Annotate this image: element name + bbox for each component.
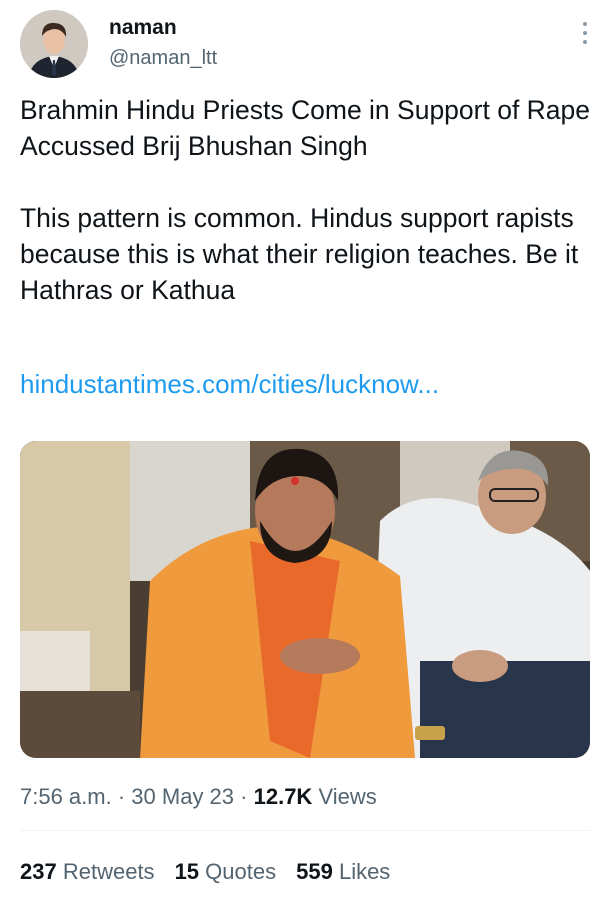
tweet-text-paragraph: This pattern is common. Hindus support r… [20,203,579,305]
retweets-stat[interactable]: 237 Retweets [20,859,155,885]
likes-label: Likes [338,859,391,884]
avatar[interactable] [20,10,88,78]
tweet-text-line1: Brahmin Hindu Priests Come in Support of… [20,95,591,161]
likes-count: 559 [296,859,333,884]
more-options-icon[interactable] [580,22,590,50]
quotes-count: 15 [174,859,200,884]
retweets-count: 237 [20,859,57,884]
tweet-body: Brahmin Hindu Priests Come in Support of… [20,92,595,308]
retweets-label: Retweets [62,859,155,884]
likes-stat[interactable]: 559 Likes [296,859,390,885]
engagement-stats: 237 Retweets 15 Quotes 559 Likes [20,859,390,885]
quotes-stat[interactable]: 15 Quotes [175,859,277,885]
article-link[interactable]: hindustantimes.com/cities/lucknow... [20,369,439,400]
user-handle[interactable]: @naman_ltt [109,47,217,70]
tweet-date[interactable]: 30 May 23 [131,784,234,809]
tweet-meta: 7:56 a.m. · 30 May 23 · 12.7K Views [20,784,377,810]
tweet-media-image[interactable] [20,441,590,758]
display-name[interactable]: naman [109,16,217,40]
tweet-header: naman @naman_ltt [20,10,590,80]
views-count: 12.7K [253,784,313,809]
views-label: Views [318,784,377,809]
meta-separator: · [240,784,248,809]
media-photo [20,441,590,758]
quotes-label: Quotes [205,859,277,884]
divider [20,830,590,831]
meta-separator: · [117,784,126,809]
tweet-time[interactable]: 7:56 a.m. [20,784,112,809]
